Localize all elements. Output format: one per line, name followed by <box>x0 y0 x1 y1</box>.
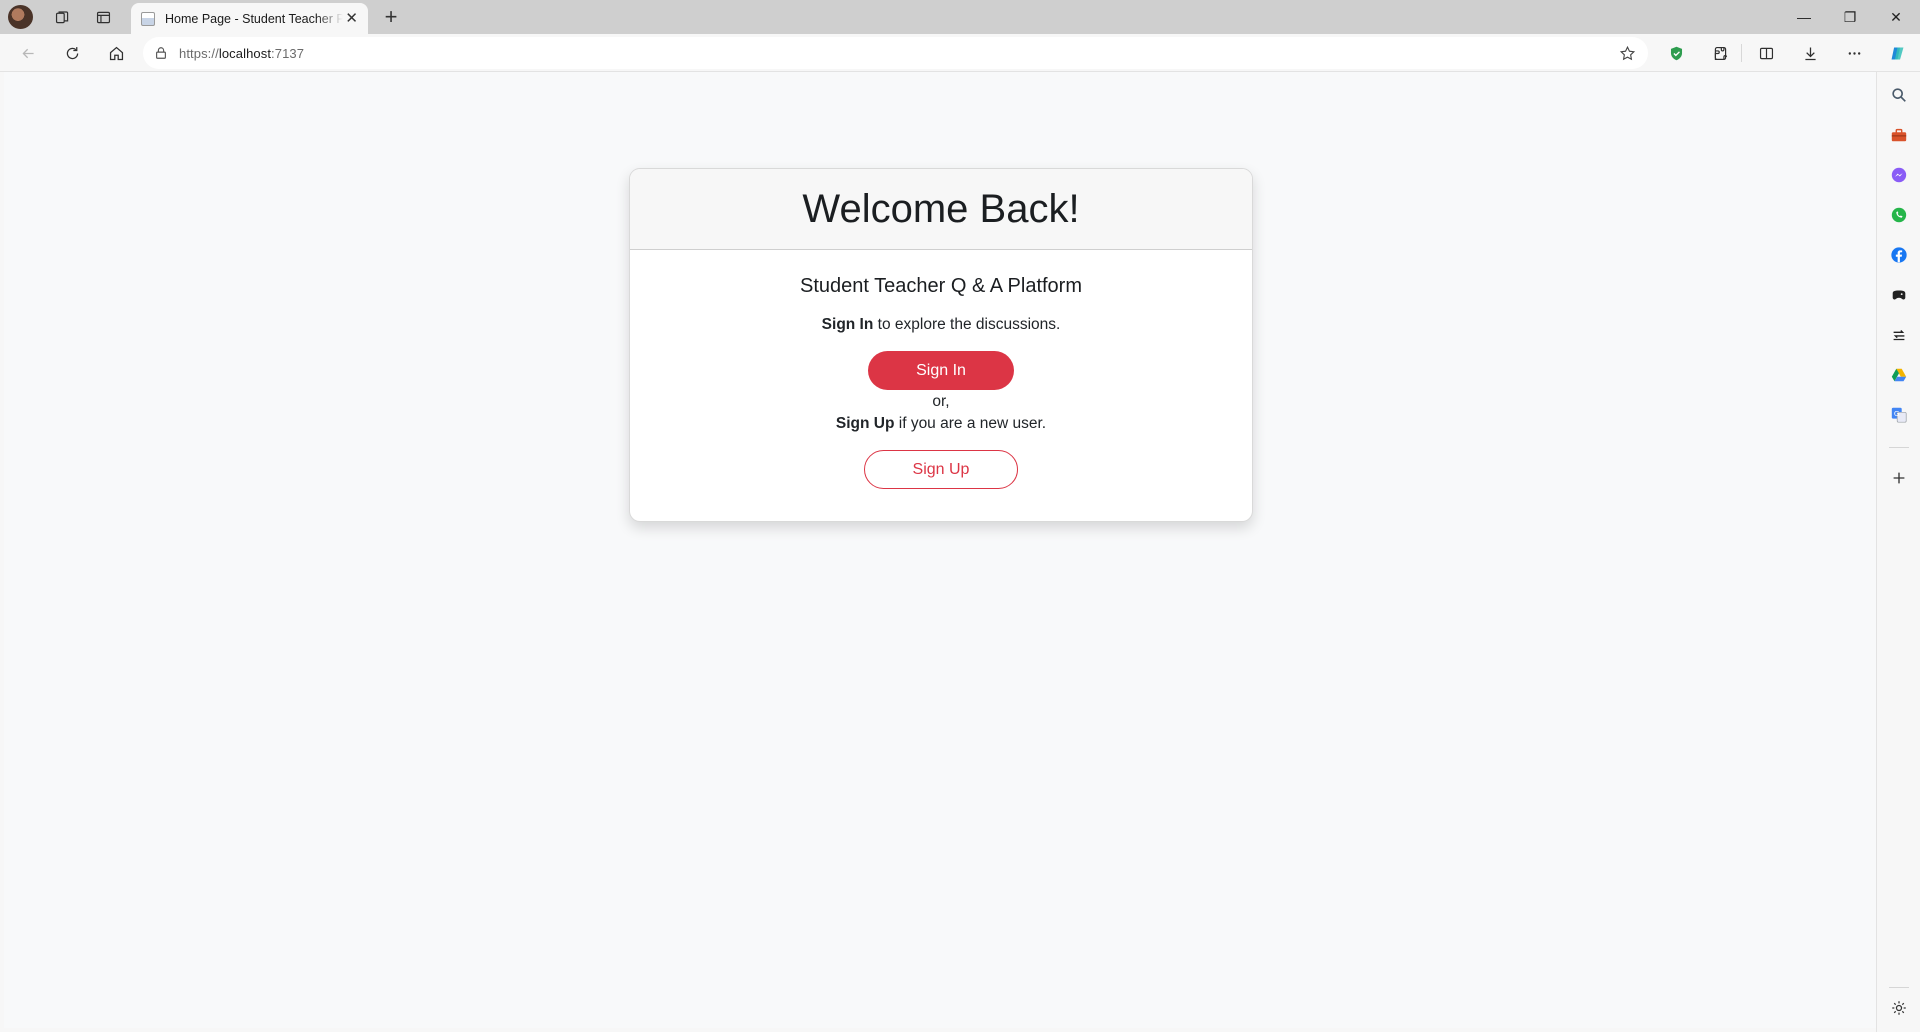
lock-icon[interactable] <box>143 46 179 60</box>
back-icon[interactable] <box>12 39 44 67</box>
signup-prompt-text: if you are a new user. <box>894 415 1047 432</box>
more-icon[interactable] <box>1838 39 1870 67</box>
address-bar[interactable]: https://localhost:7137 <box>143 37 1648 69</box>
tab-title: Home Page - Student Teacher Platform <box>165 11 343 26</box>
sign-up-button[interactable]: Sign Up <box>864 450 1018 489</box>
home-icon[interactable] <box>100 39 132 67</box>
minimize-button[interactable]: — <box>1781 0 1827 34</box>
game-icon[interactable] <box>1888 284 1910 306</box>
signin-prompt: Sign In to explore the discussions. <box>630 316 1252 334</box>
tools-icon[interactable] <box>1888 124 1910 146</box>
favorite-star-icon[interactable] <box>1614 40 1640 66</box>
url-text[interactable]: https://localhost:7137 <box>179 46 304 61</box>
sign-in-button[interactable]: Sign In <box>868 351 1014 390</box>
page-favicon-icon <box>141 11 155 26</box>
signup-prompt-bold: Sign Up <box>835 415 895 432</box>
card-body: Student Teacher Q & A Platform Sign In t… <box>630 250 1252 489</box>
close-window-button[interactable]: ✕ <box>1873 0 1919 34</box>
profile-avatar[interactable] <box>8 5 33 29</box>
extensions-icon[interactable] <box>1704 39 1736 67</box>
settings-icon[interactable] <box>1888 997 1910 1019</box>
downloads-icon[interactable] <box>1794 39 1826 67</box>
tab-close-icon[interactable]: ✕ <box>345 11 358 26</box>
or-separator: or, <box>932 393 950 410</box>
shield-extension-icon[interactable] <box>1660 39 1692 67</box>
search-icon[interactable] <box>1888 84 1910 106</box>
facebook-icon[interactable] <box>1888 244 1910 266</box>
copilot-icon[interactable] <box>1881 39 1913 67</box>
new-tab-button[interactable]: + <box>376 4 406 30</box>
tab-strip: Home Page - Student Teacher Platform ✕ +… <box>0 0 1920 34</box>
vertical-tabs-icon[interactable] <box>86 4 120 30</box>
signup-prompt: Sign Up if you are a new user. <box>630 415 1252 433</box>
add-icon[interactable] <box>1888 467 1910 489</box>
welcome-card: Welcome Back! Student Teacher Q & A Plat… <box>629 168 1253 522</box>
translate-icon[interactable]: G <box>1888 404 1910 426</box>
google-drive-icon[interactable] <box>1888 364 1910 386</box>
whatsapp-icon[interactable] <box>1888 204 1910 226</box>
page-title: Welcome Back! <box>802 186 1080 231</box>
restore-button[interactable]: ❐ <box>1827 0 1873 34</box>
signin-prompt-text: to explore the discussions. <box>873 316 1061 333</box>
browser-tab-active[interactable]: Home Page - Student Teacher Platform ✕ <box>131 3 368 34</box>
signin-prompt-bold: Sign In <box>821 316 874 333</box>
page-viewport: Welcome Back! Student Teacher Q & A Plat… <box>4 72 1876 1028</box>
browser-toolbar: https://localhost:7137 <box>0 34 1920 72</box>
refresh-icon[interactable] <box>56 39 88 67</box>
platform-title: Student Teacher Q & A Platform <box>799 275 1082 297</box>
svg-text:G: G <box>1894 409 1900 418</box>
card-header: Welcome Back! <box>630 169 1252 250</box>
messenger-icon[interactable] <box>1888 164 1910 186</box>
drive-sync-icon[interactable] <box>1888 324 1910 346</box>
edge-sidebar: G <box>1876 72 1920 1032</box>
split-screen-icon[interactable] <box>1750 39 1782 67</box>
workspaces-icon[interactable] <box>45 4 79 30</box>
